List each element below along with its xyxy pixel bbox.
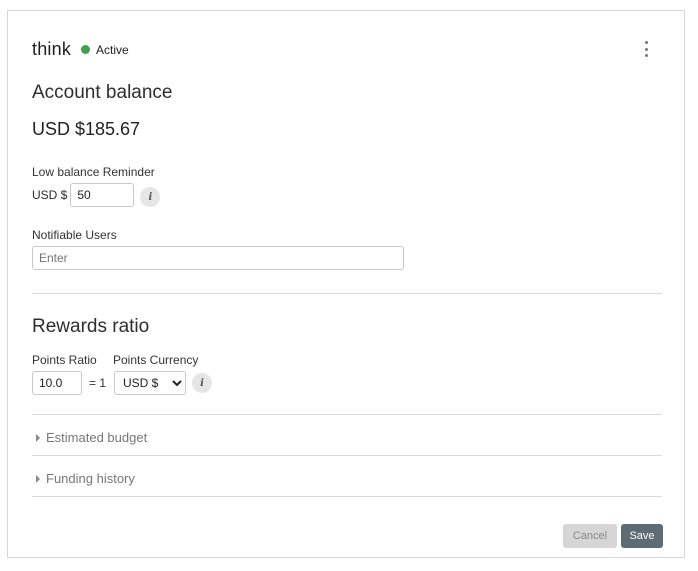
rewards-labels: Points Ratio Points Currency xyxy=(32,353,198,367)
section-divider xyxy=(32,496,662,497)
cancel-button[interactable]: Cancel xyxy=(563,524,617,548)
rewards-ratio-title: Rewards ratio xyxy=(32,316,150,337)
save-button[interactable]: Save xyxy=(621,524,663,548)
notifiable-users-label: Notifiable Users xyxy=(32,228,117,242)
status-badge: Active xyxy=(81,43,129,57)
info-icon[interactable]: i xyxy=(140,187,161,207)
estimated-budget-toggle[interactable]: Estimated budget xyxy=(36,430,147,445)
info-icon[interactable]: i xyxy=(192,373,213,393)
section-divider xyxy=(32,293,662,294)
points-currency-label: Points Currency xyxy=(113,353,199,367)
points-ratio-input[interactable] xyxy=(32,371,82,395)
low-balance-row: USD $ i xyxy=(32,183,161,207)
points-ratio-label: Points Ratio xyxy=(32,353,97,367)
status-dot-icon xyxy=(81,45,91,54)
funding-history-toggle[interactable]: Funding history xyxy=(36,471,135,486)
header: think Active xyxy=(32,39,129,60)
caret-right-icon xyxy=(36,474,40,483)
equals-one-text: = 1 xyxy=(89,376,107,390)
estimated-budget-label: Estimated budget xyxy=(46,430,148,445)
funding-history-label: Funding history xyxy=(46,471,135,486)
account-balance-value: USD $185.67 xyxy=(32,119,141,139)
account-balance-title: Account balance xyxy=(32,82,173,103)
points-currency-select[interactable]: USD $ xyxy=(114,371,187,395)
caret-right-icon xyxy=(36,433,40,442)
low-balance-label: Low balance Reminder xyxy=(32,165,155,179)
notifiable-users-input[interactable] xyxy=(32,246,404,270)
section-divider xyxy=(32,414,662,415)
section-divider xyxy=(32,455,662,456)
currency-prefix: USD $ xyxy=(32,188,68,202)
rewards-row: = 1 USD $ i xyxy=(32,371,213,395)
status-label: Active xyxy=(96,42,129,57)
brand-name: think xyxy=(32,39,72,59)
account-settings-card: think Active Account balance USD $185.67… xyxy=(7,10,685,558)
kebab-menu-icon[interactable] xyxy=(642,41,650,57)
low-balance-input[interactable] xyxy=(70,183,135,207)
